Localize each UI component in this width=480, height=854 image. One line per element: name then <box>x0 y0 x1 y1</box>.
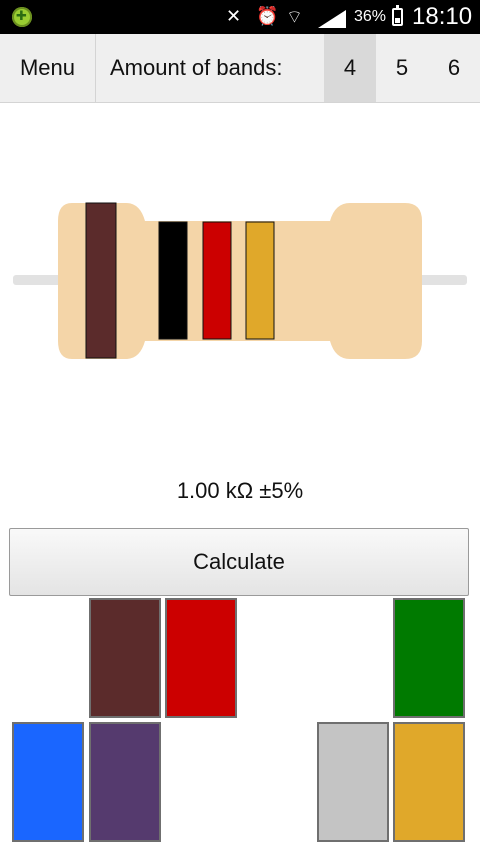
battery-percent: 36% <box>354 8 387 25</box>
resistor-band-4[interactable] <box>245 221 275 340</box>
color-swatch-gold[interactable] <box>393 722 465 842</box>
resistor-band-2[interactable] <box>158 221 188 340</box>
app-notification-icon <box>12 7 32 27</box>
resistor-diagram <box>0 195 480 365</box>
color-swatch-brown[interactable] <box>89 598 161 718</box>
band-option-5[interactable]: 5 <box>376 34 428 102</box>
color-swatch-violet[interactable] <box>89 722 161 842</box>
wifi-icon: ⌔ <box>286 7 303 27</box>
color-swatch-blue[interactable] <box>12 722 84 842</box>
resistor-band-1[interactable] <box>85 202 117 359</box>
mute-icon: ✕ <box>226 6 242 26</box>
band-option-4[interactable]: 4 <box>324 34 376 102</box>
alarm-icon: ⏰ <box>256 6 279 26</box>
color-swatch-grey[interactable] <box>317 722 389 842</box>
band-option-6[interactable]: 6 <box>428 34 480 102</box>
clock: 18:10 <box>412 3 473 30</box>
resistor-band-3[interactable] <box>202 221 232 340</box>
status-bar: ✕ ⏰ ⌔ 36% 18:10 <box>0 0 480 34</box>
menu-button[interactable]: Menu <box>0 34 96 102</box>
bands-label: Amount of bands: <box>110 55 283 80</box>
calculate-button[interactable]: Calculate <box>9 528 469 596</box>
toolbar: Menu Amount of bands: 4 5 6 <box>0 34 480 103</box>
signal-icon <box>318 10 346 28</box>
resistance-result: 1.00 kΩ ±5% <box>176 478 304 503</box>
color-swatch-red[interactable] <box>165 598 237 718</box>
battery-icon <box>392 5 403 26</box>
color-swatch-green[interactable] <box>393 598 465 718</box>
